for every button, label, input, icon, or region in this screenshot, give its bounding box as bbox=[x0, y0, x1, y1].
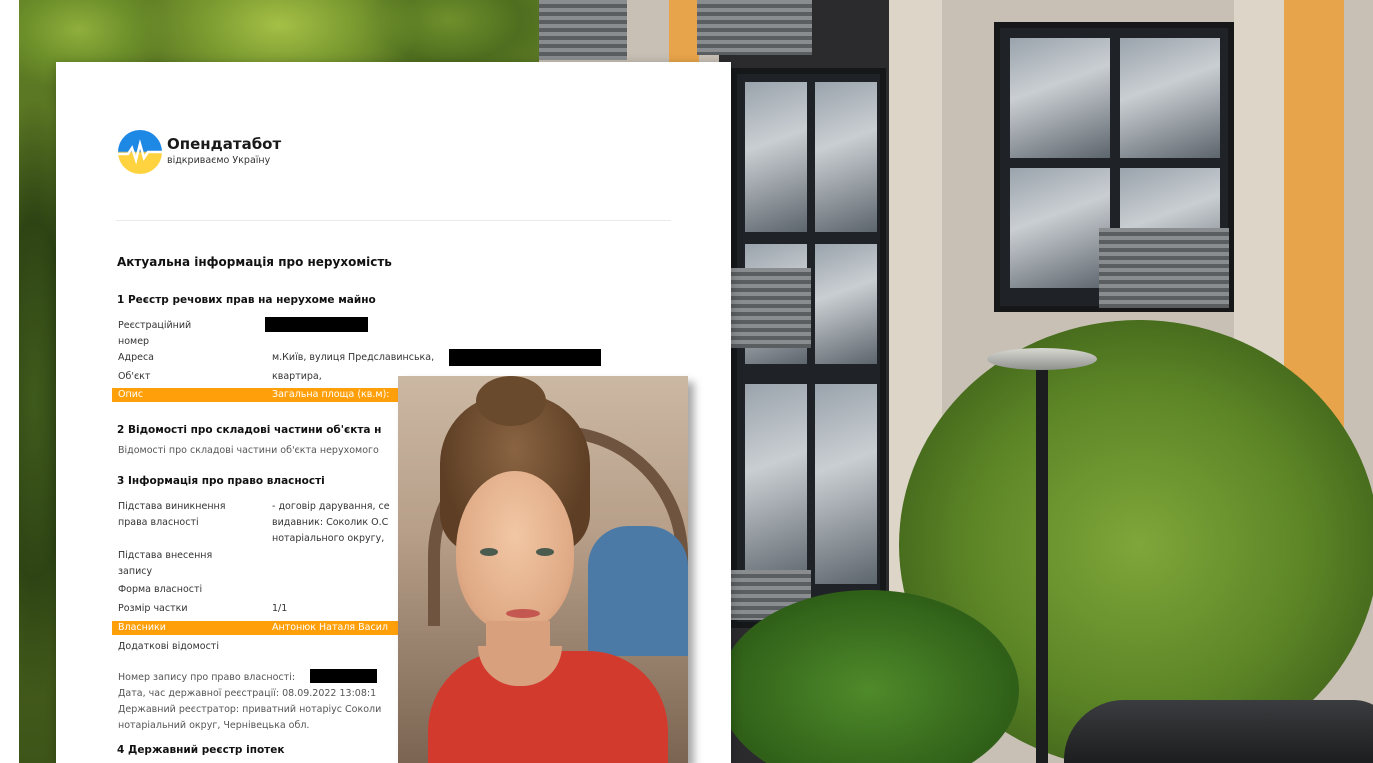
field-label-owners: Власники bbox=[118, 622, 166, 633]
street-lamp-head bbox=[987, 348, 1097, 370]
photo-face bbox=[456, 471, 574, 631]
field-label-entry-basis: Підстава внесення запису bbox=[118, 550, 213, 577]
section-heading-1: 1 Реєстр речових прав на нерухоме майно bbox=[117, 294, 376, 306]
brand-name: Опендатабот bbox=[167, 135, 282, 153]
registrar-text: Державний реєстратор: приватний нотаріус… bbox=[118, 704, 382, 715]
building-window bbox=[731, 68, 886, 628]
field-label-address: Адреса bbox=[118, 352, 154, 363]
field-value-object: квартира, bbox=[272, 371, 322, 382]
registration-date-text: Дата, час державної реєстрації: 08.09.20… bbox=[118, 688, 377, 699]
section-heading-4: 4 Державний реєстр іпотек bbox=[117, 744, 285, 756]
section-heading-3: 3 Інформація про право власності bbox=[117, 475, 325, 487]
brand-tagline: відкриваємо Україну bbox=[167, 155, 271, 166]
photo-eye bbox=[480, 548, 498, 556]
district-text: нотаріальний округ, Чернівецька обл. bbox=[118, 720, 310, 731]
field-label-description: Опис bbox=[118, 389, 144, 400]
field-value-share-size: 1/1 bbox=[272, 603, 288, 614]
street-lamp-pole bbox=[1036, 370, 1048, 763]
section-heading-2: 2 Відомості про складові частини об'єкта… bbox=[117, 424, 382, 436]
field-label-ownership-basis: Підстава виникнення права власності bbox=[118, 501, 226, 528]
field-label-registration-number: Реєстраційний номер bbox=[118, 320, 192, 347]
field-label-ownership-form: Форма власності bbox=[118, 584, 203, 595]
redaction-bar bbox=[310, 669, 377, 683]
photo-hair-bun bbox=[476, 376, 546, 426]
field-value-ownership-basis: - договір дарування, се видавник: Соколи… bbox=[272, 501, 390, 544]
field-label-object: Об'єкт bbox=[118, 371, 151, 382]
field-label-share-size: Розмір частки bbox=[118, 603, 188, 614]
divider bbox=[116, 220, 671, 221]
field-label-additional-info: Додаткові відомості bbox=[118, 641, 219, 652]
portrait-photo bbox=[398, 376, 688, 763]
document-title: Актуальна інформація про нерухомість bbox=[117, 255, 392, 269]
section-2-text: Відомості про складові частини об'єкта н… bbox=[118, 445, 379, 456]
opendatabot-logo-icon bbox=[118, 130, 162, 174]
field-value-owners: Антонюк Наталя Васил bbox=[272, 622, 388, 633]
record-number-text: Номер запису про право власності: bbox=[118, 672, 296, 683]
redaction-bar bbox=[265, 317, 368, 332]
photo-lips bbox=[506, 609, 540, 618]
building-louver bbox=[1099, 228, 1229, 308]
photo-eye bbox=[536, 548, 554, 556]
car-roof bbox=[1064, 700, 1373, 763]
photo-background-people bbox=[588, 526, 688, 656]
field-value-address: м.Київ, вулиця Предславинська, bbox=[272, 352, 435, 363]
building-louver bbox=[731, 268, 811, 348]
redaction-bar bbox=[449, 349, 601, 366]
field-value-description: Загальна площа (кв.м): bbox=[272, 389, 390, 400]
building-louver bbox=[697, 0, 812, 55]
